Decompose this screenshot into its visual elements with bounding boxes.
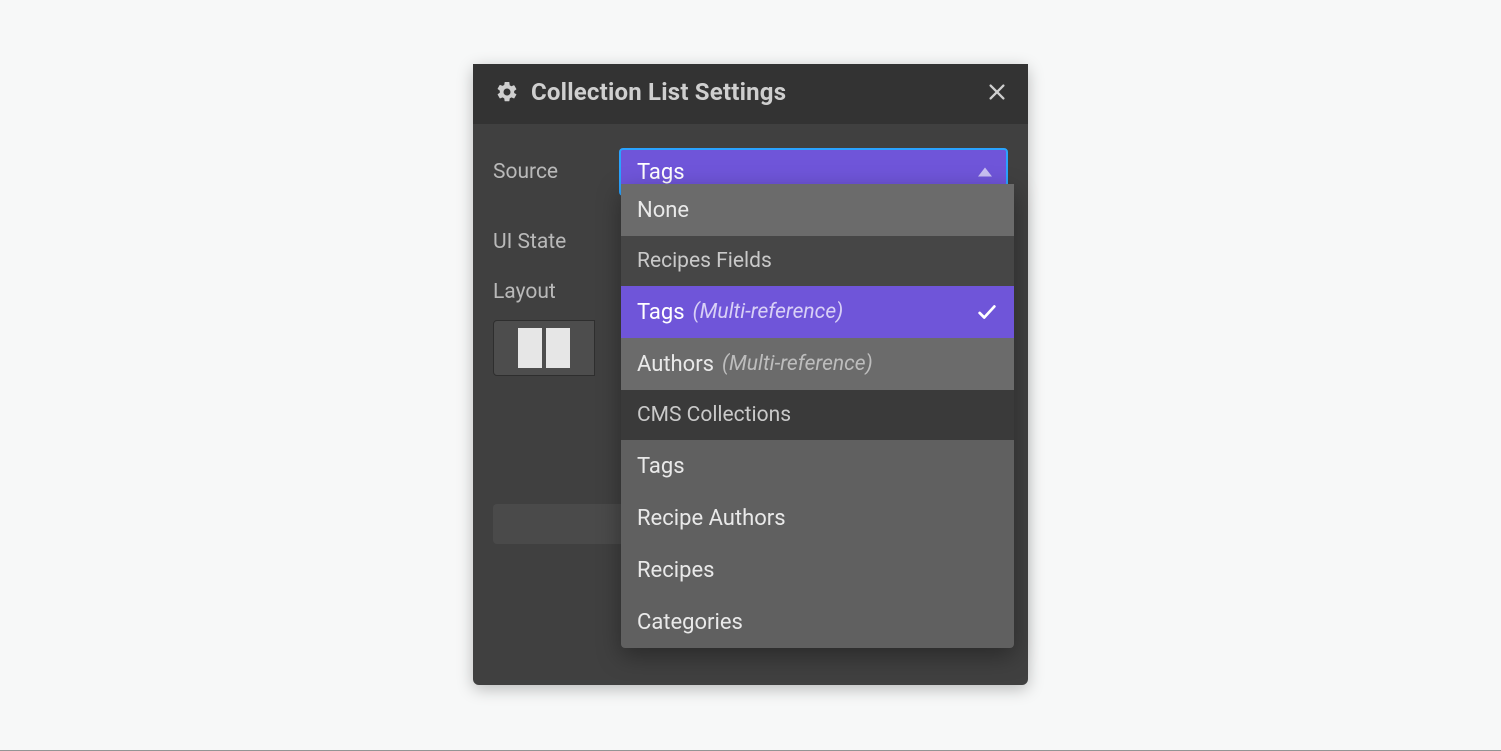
dropdown-item-note: (Multi-reference) (722, 352, 873, 376)
caret-up-icon (978, 168, 992, 177)
dropdown-item-note: (Multi-reference) (693, 300, 844, 324)
dropdown-item-label: Recipes Fields (637, 249, 772, 273)
dropdown-item-label: CMS Collections (637, 403, 791, 427)
ui-state-label: UI State (493, 230, 603, 254)
dropdown-option-categories[interactable]: Categories (621, 596, 1014, 648)
dropdown-option-authors-multiref[interactable]: Authors (Multi-reference) (621, 338, 1014, 390)
dropdown-group-header-cms-collections: CMS Collections (621, 390, 1014, 440)
dropdown-group-header-recipes-fields: Recipes Fields (621, 236, 1014, 286)
panel-body: Source Tags UI State Layout No (473, 124, 1028, 384)
gear-icon (495, 80, 519, 104)
panel-header: Collection List Settings (473, 64, 1028, 124)
source-label: Source (493, 160, 603, 184)
dropdown-option-tags[interactable]: Tags (621, 440, 1014, 492)
dropdown-item-label: None (637, 198, 689, 223)
source-select-value: Tags (637, 160, 685, 185)
dropdown-option-recipes[interactable]: Recipes (621, 544, 1014, 596)
dropdown-item-label: Tags (637, 300, 685, 325)
layout-columns-button[interactable] (493, 320, 595, 376)
check-icon (976, 301, 998, 323)
dropdown-item-label: Recipe Authors (637, 506, 786, 531)
dropdown-item-label: Recipes (637, 558, 714, 583)
source-dropdown: None Recipes Fields Tags (Multi-referenc… (621, 184, 1014, 648)
dropdown-item-label: Tags (637, 454, 685, 479)
dropdown-option-recipe-authors[interactable]: Recipe Authors (621, 492, 1014, 544)
dropdown-item-label: Categories (637, 610, 743, 635)
dropdown-option-tags-multiref[interactable]: Tags (Multi-reference) (621, 286, 1014, 338)
dropdown-option-none[interactable]: None (621, 184, 1014, 236)
close-icon[interactable] (986, 81, 1008, 103)
collection-list-settings-panel: Collection List Settings Source Tags UI … (473, 64, 1028, 685)
panel-title: Collection List Settings (531, 78, 974, 106)
dropdown-item-label: Authors (637, 352, 714, 377)
columns-icon (518, 328, 570, 368)
